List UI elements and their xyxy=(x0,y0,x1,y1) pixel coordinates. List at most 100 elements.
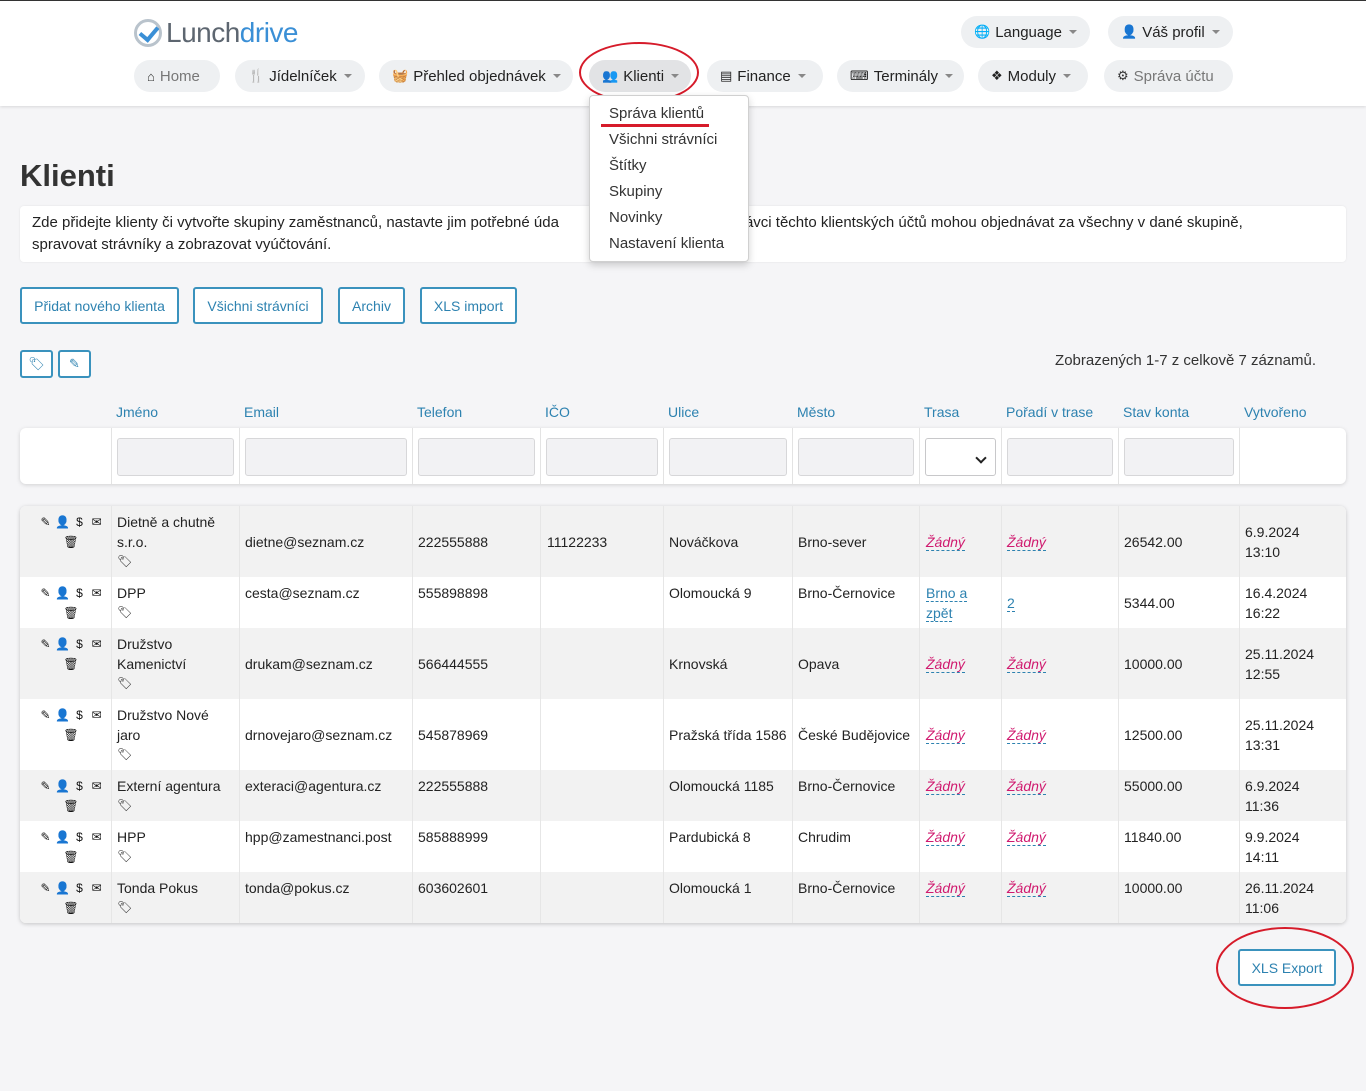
menu-item-groups[interactable]: Skupiny xyxy=(590,179,748,205)
dollar-icon[interactable]: $ xyxy=(71,512,88,532)
dollar-icon[interactable]: $ xyxy=(71,634,88,654)
filter-email-input[interactable] xyxy=(245,438,407,476)
col-header-route[interactable]: Trasa xyxy=(924,404,959,420)
nav-clients[interactable]: 👥 Klienti xyxy=(589,60,691,92)
archive-button[interactable]: Archiv xyxy=(338,287,405,324)
filter-street-input[interactable] xyxy=(669,438,787,476)
nav-home[interactable]: ⌂ Home xyxy=(134,60,220,92)
dollar-icon[interactable]: $ xyxy=(71,705,88,725)
menu-item-news[interactable]: Novinky xyxy=(590,205,748,231)
envelope-icon[interactable]: ✉ xyxy=(88,705,105,725)
edit-icon[interactable]: ✎ xyxy=(37,705,54,725)
add-client-button[interactable]: Přidat nového klienta xyxy=(20,287,179,324)
route-order-link[interactable]: Žádný xyxy=(1007,778,1046,795)
col-header-city[interactable]: Město xyxy=(797,404,835,420)
envelope-icon[interactable]: ✉ xyxy=(88,878,105,898)
menu-item-tags[interactable]: Štítky xyxy=(590,153,748,179)
lunchdrive-logo[interactable]: Lunch drive xyxy=(134,17,299,49)
col-header-street[interactable]: Ulice xyxy=(668,404,699,420)
trash-icon[interactable]: 🗑 xyxy=(63,725,80,745)
user-icon[interactable]: 👤 xyxy=(54,583,71,603)
language-menu[interactable]: 🌐 Language xyxy=(961,16,1090,48)
route-order-link[interactable]: 2 xyxy=(1007,595,1015,612)
filter-route-select[interactable] xyxy=(925,438,996,476)
filter-name-input[interactable] xyxy=(117,438,234,476)
edit-bulk-button[interactable]: ✎ xyxy=(58,350,91,378)
trash-icon[interactable]: 🗑 xyxy=(63,898,80,918)
route-link-2[interactable]: zpět xyxy=(926,605,953,622)
edit-icon[interactable]: ✎ xyxy=(37,583,54,603)
profile-menu[interactable]: 👤 Váš profil xyxy=(1108,16,1233,48)
route-link[interactable]: Žádný xyxy=(926,534,965,551)
tag-icon[interactable]: 🏷 xyxy=(117,847,146,865)
route-order-link[interactable]: Žádný xyxy=(1007,534,1046,551)
filter-city-input[interactable] xyxy=(798,438,914,476)
trash-icon[interactable]: 🗑 xyxy=(63,603,80,623)
route-link[interactable]: Žádný xyxy=(926,656,965,673)
edit-icon[interactable]: ✎ xyxy=(37,776,54,796)
tag-icon[interactable]: 🏷 xyxy=(117,674,186,692)
user-icon[interactable]: 👤 xyxy=(54,776,71,796)
edit-icon[interactable]: ✎ xyxy=(37,878,54,898)
route-link[interactable]: Žádný xyxy=(926,880,965,897)
menu-item-client-settings[interactable]: Nastavení klienta xyxy=(590,231,748,257)
filter-route-order-input[interactable] xyxy=(1007,438,1113,476)
route-link[interactable]: Žádný xyxy=(926,829,965,846)
edit-icon[interactable]: ✎ xyxy=(37,512,54,532)
col-header-email[interactable]: Email xyxy=(244,404,279,420)
col-header-ico[interactable]: IČO xyxy=(545,404,570,420)
tag-icon[interactable]: 🏷 xyxy=(117,745,209,763)
col-header-balance[interactable]: Stav konta xyxy=(1123,404,1189,420)
route-link[interactable]: Brno a xyxy=(926,585,968,602)
tag-icon[interactable]: 🏷 xyxy=(117,552,215,570)
envelope-icon[interactable]: ✉ xyxy=(88,776,105,796)
envelope-icon[interactable]: ✉ xyxy=(88,634,105,654)
dollar-icon[interactable]: $ xyxy=(71,583,88,603)
nav-account[interactable]: ⚙ Správa účtu xyxy=(1104,60,1233,92)
nav-orders[interactable]: 🧺 Přehled objednávek xyxy=(379,60,573,92)
route-link[interactable]: Žádný xyxy=(926,727,965,744)
col-header-route-order[interactable]: Pořadí v trase xyxy=(1006,404,1093,420)
trash-icon[interactable]: 🗑 xyxy=(63,796,80,816)
nav-menu[interactable]: 🍴 Jídelníček xyxy=(235,60,365,92)
user-icon[interactable]: 👤 xyxy=(54,827,71,847)
col-header-name[interactable]: Jméno xyxy=(116,404,158,420)
col-header-created[interactable]: Vytvořeno xyxy=(1244,404,1307,420)
dollar-icon[interactable]: $ xyxy=(71,776,88,796)
filter-phone-input[interactable] xyxy=(418,438,535,476)
trash-icon[interactable]: 🗑 xyxy=(63,532,80,552)
user-icon[interactable]: 👤 xyxy=(54,634,71,654)
route-link[interactable]: Žádný xyxy=(926,778,965,795)
envelope-icon[interactable]: ✉ xyxy=(88,827,105,847)
tag-icon[interactable]: 🏷 xyxy=(117,898,198,916)
tag-icon[interactable]: 🏷 xyxy=(117,603,146,621)
envelope-icon[interactable]: ✉ xyxy=(88,512,105,532)
user-icon[interactable]: 👤 xyxy=(54,705,71,725)
edit-icon[interactable]: ✎ xyxy=(37,634,54,654)
user-icon[interactable]: 👤 xyxy=(54,878,71,898)
tag-bulk-button[interactable]: 🏷 xyxy=(20,350,53,378)
all-diners-button[interactable]: Všichni strávníci xyxy=(193,287,323,324)
menu-item-all-diners[interactable]: Všichni strávníci xyxy=(590,127,748,153)
envelope-icon[interactable]: ✉ xyxy=(88,583,105,603)
route-order-link[interactable]: Žádný xyxy=(1007,829,1046,846)
filter-balance-input[interactable] xyxy=(1124,438,1234,476)
nav-finance[interactable]: ▤ Finance xyxy=(707,60,823,92)
dollar-icon[interactable]: $ xyxy=(71,827,88,847)
filter-ico-input[interactable] xyxy=(546,438,658,476)
user-icon[interactable]: 👤 xyxy=(54,512,71,532)
trash-icon[interactable]: 🗑 xyxy=(63,847,80,867)
xls-export-button[interactable]: XLS Export xyxy=(1238,949,1336,986)
col-header-phone[interactable]: Telefon xyxy=(417,404,462,420)
tag-icon[interactable]: 🏷 xyxy=(117,796,221,814)
xls-import-button[interactable]: XLS import xyxy=(420,287,517,324)
route-order-link[interactable]: Žádný xyxy=(1007,880,1046,897)
trash-icon[interactable]: 🗑 xyxy=(63,654,80,674)
client-name-line1: Družstvo xyxy=(117,636,173,652)
route-order-link[interactable]: Žádný xyxy=(1007,727,1046,744)
nav-modules[interactable]: ❖ Moduly xyxy=(978,60,1088,92)
route-order-link[interactable]: Žádný xyxy=(1007,656,1046,673)
edit-icon[interactable]: ✎ xyxy=(37,827,54,847)
dollar-icon[interactable]: $ xyxy=(71,878,88,898)
nav-terminals[interactable]: ⌨ Terminály xyxy=(837,60,964,92)
